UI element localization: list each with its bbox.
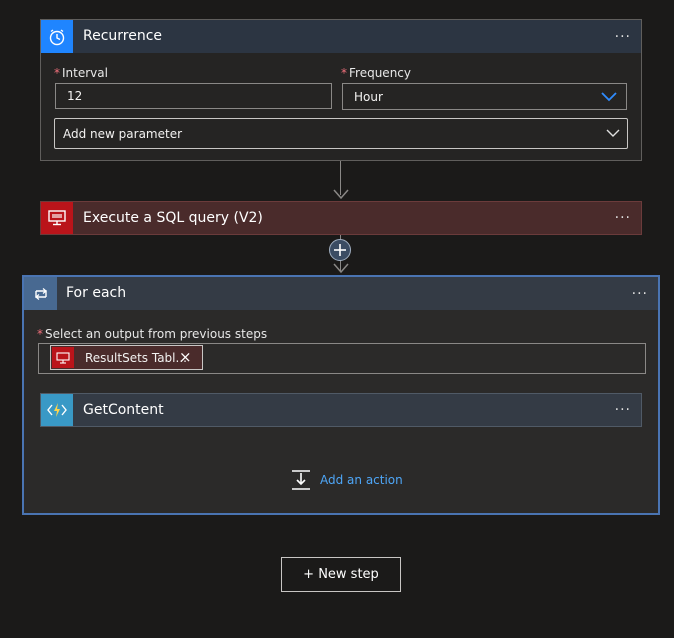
clock-icon	[41, 20, 73, 53]
interval-required-marker: *	[54, 66, 60, 80]
interval-input[interactable]: 12	[55, 83, 332, 109]
frequency-dropdown[interactable]: Hour	[342, 83, 627, 110]
foreach-more-button[interactable]: ···	[632, 286, 648, 302]
select-output-required-marker: *	[37, 327, 43, 341]
foreach-title: For each	[66, 285, 127, 301]
add-new-parameter-dropdown[interactable]: Add new parameter	[54, 118, 628, 149]
foreach-header[interactable]: For each ···	[24, 277, 658, 310]
connector-arrow-icon	[333, 263, 349, 274]
select-output-input[interactable]: ResultSets Tabl... ×	[38, 343, 646, 374]
new-step-button[interactable]: + New step	[281, 557, 401, 592]
add-action-icon	[292, 470, 310, 490]
getcontent-card[interactable]: GetContent ···	[40, 393, 642, 427]
add-action-label: Add an action	[320, 473, 403, 487]
sql-action-title: Execute a SQL query (V2)	[83, 210, 263, 226]
recurrence-card: Recurrence ··· * Interval 12 * Frequency H…	[40, 19, 642, 161]
getcontent-title: GetContent	[83, 402, 164, 418]
add-action-button[interactable]: Add an action	[290, 468, 403, 492]
frequency-required-marker: *	[341, 66, 347, 80]
add-new-parameter-label: Add new parameter	[63, 126, 183, 141]
recurrence-header[interactable]: Recurrence ···	[41, 20, 641, 53]
loop-icon	[24, 277, 57, 310]
function-icon	[41, 394, 73, 426]
new-step-label: + New step	[303, 567, 379, 582]
token-remove-button[interactable]: ×	[179, 348, 192, 366]
chevron-down-icon	[606, 129, 620, 137]
chevron-down-icon	[601, 92, 617, 102]
foreach-card: For each ··· * Select an output from prev…	[22, 275, 660, 515]
frequency-label: * Frequency	[341, 66, 411, 80]
select-output-label: * Select an output from previous steps	[37, 327, 268, 341]
getcontent-more-button[interactable]: ···	[615, 402, 631, 418]
resultsets-token[interactable]: ResultSets Tabl... ×	[50, 345, 203, 370]
sql-monitor-icon	[52, 347, 74, 368]
sql-monitor-icon	[41, 202, 73, 234]
token-label: ResultSets Tabl...	[85, 351, 187, 365]
insert-step-button[interactable]	[329, 239, 351, 261]
sql-action-card[interactable]: Execute a SQL query (V2) ···	[40, 201, 642, 235]
sql-more-button[interactable]: ···	[615, 210, 631, 226]
recurrence-more-button[interactable]: ···	[615, 29, 631, 45]
plus-circle-icon	[334, 244, 346, 256]
connector-arrow-icon	[333, 189, 349, 200]
interval-label: * Interval	[54, 66, 108, 80]
recurrence-title: Recurrence	[83, 28, 163, 44]
frequency-value: Hour	[354, 89, 383, 104]
